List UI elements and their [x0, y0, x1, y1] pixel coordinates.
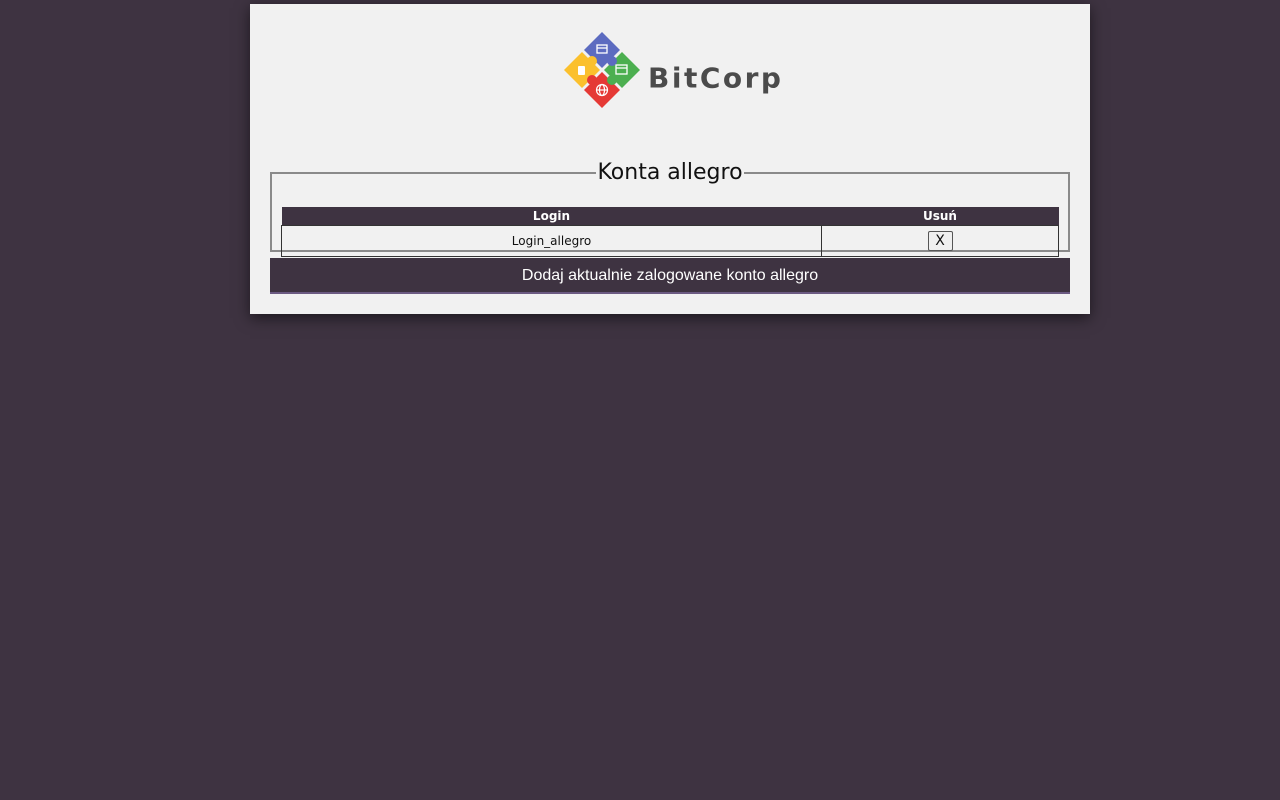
add-current-account-button[interactable]: Dodaj aktualnie zalogowane konto allegro [270, 258, 1070, 294]
bitcorp-logo: BitCorp [562, 30, 792, 114]
fieldset-title: Konta allegro [597, 160, 743, 185]
table-header-row: Login Usuń [281, 207, 1059, 226]
column-header-login: Login [281, 207, 822, 226]
delete-cell: X [821, 225, 1059, 257]
accounts-table: Login Usuń Login_allegro X [281, 207, 1059, 257]
table-row: Login_allegro X [281, 225, 1059, 257]
delete-account-button[interactable]: X [927, 231, 953, 251]
column-header-delete: Usuń [821, 207, 1059, 226]
allegro-accounts-fieldset: Konta allegro Login Usuń Login_allegro X [270, 160, 1070, 257]
brand-name: BitCorp [648, 61, 784, 95]
main-panel: BitCorp Konta allegro Login Usuń Login_a… [250, 4, 1090, 314]
card-icon [578, 66, 585, 75]
puzzle-logo-icon [564, 32, 640, 108]
login-cell: Login_allegro [281, 225, 822, 257]
